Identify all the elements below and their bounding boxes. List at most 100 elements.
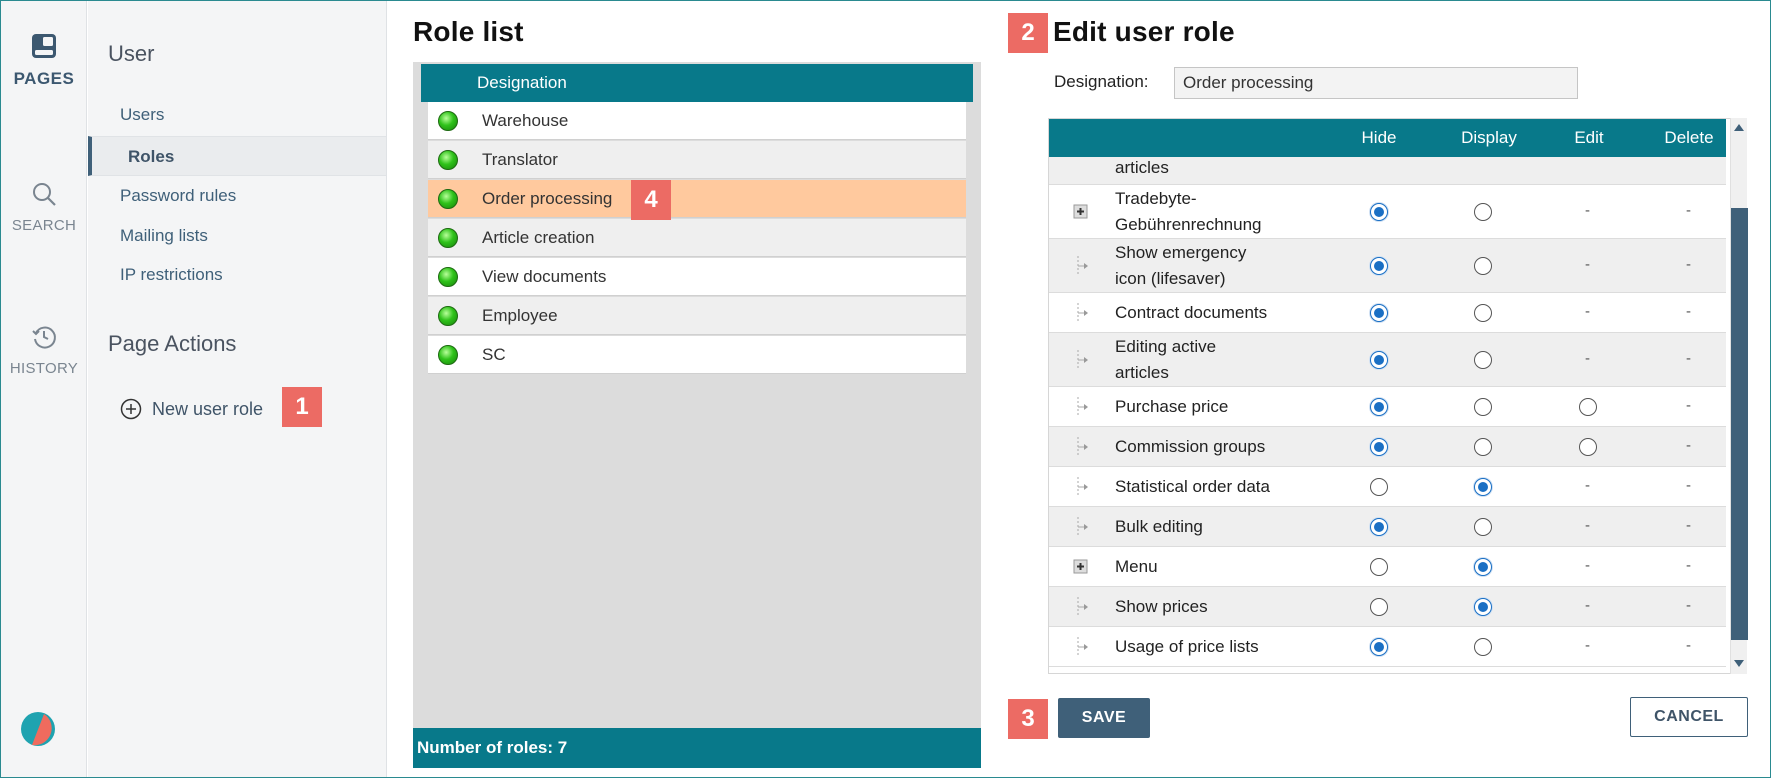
role-name: SC (482, 345, 506, 364)
hide-radio[interactable] (1370, 478, 1388, 496)
role-name: View documents (482, 267, 607, 286)
display-radio[interactable] (1474, 478, 1492, 496)
role-row-sc[interactable]: SC (428, 336, 966, 374)
delete-value: - (1686, 477, 1691, 494)
sidebar: User Users Roles Password rules Mailing … (88, 1, 387, 777)
rail-search[interactable]: SEARCH (1, 181, 87, 234)
edit-role-title: Edit user role (1053, 16, 1235, 47)
designation-input[interactable]: Order processing (1174, 67, 1578, 99)
role-row-article-creation[interactable]: Article creation (428, 219, 966, 257)
callout-badge-4: 4 (631, 180, 671, 220)
hide-radio[interactable] (1370, 304, 1388, 322)
hide-radio[interactable] (1370, 558, 1388, 576)
sidebar-item-password-rules[interactable]: Password rules (88, 176, 386, 216)
delete-value: - (1686, 597, 1691, 614)
role-name: Translator (482, 150, 558, 169)
role-list-header: Designation (421, 64, 973, 102)
rail-search-label: SEARCH (11, 217, 77, 234)
sidebar-item-roles[interactable]: Roles (88, 136, 386, 176)
role-name: Article creation (482, 228, 595, 247)
permission-name-line: articles (1115, 363, 1169, 382)
sidebar-item-users[interactable]: Users (88, 95, 386, 135)
permission-row: Bulk editing - - (1049, 507, 1726, 547)
save-button[interactable]: SAVE (1058, 698, 1150, 738)
edit-radio[interactable] (1579, 438, 1597, 456)
status-dot-icon (438, 150, 458, 170)
sidebar-item-mailing-lists[interactable]: Mailing lists (88, 216, 386, 256)
role-row-order-processing[interactable]: Order processing (428, 180, 966, 218)
tree-leaf-icon (1077, 437, 1088, 457)
rail-pages[interactable]: PAGES (1, 33, 87, 89)
tree-leaf-icon (1077, 256, 1088, 276)
edit-radio[interactable] (1579, 398, 1597, 416)
status-dot-icon (438, 267, 458, 287)
delete-value: - (1686, 256, 1691, 273)
hide-radio[interactable] (1370, 257, 1388, 275)
delete-value: - (1686, 202, 1691, 219)
display-radio[interactable] (1474, 351, 1492, 369)
display-radio[interactable] (1474, 638, 1492, 656)
permission-name-line: Usage of price lists (1115, 637, 1259, 656)
scroll-thumb[interactable] (1731, 208, 1748, 640)
permission-name: Editing active articles (1115, 334, 1216, 386)
role-row-warehouse[interactable]: Warehouse (428, 102, 966, 140)
display-radio[interactable] (1474, 304, 1492, 322)
new-user-role-button[interactable]: New user role (120, 394, 263, 424)
permission-name: Bulk editing (1115, 514, 1203, 540)
permission-row: Show emergency icon (lifesaver) - - (1049, 239, 1726, 293)
callout-badge-1: 1 (282, 387, 322, 427)
hide-radio[interactable] (1370, 438, 1388, 456)
delete-value: - (1686, 437, 1691, 454)
display-radio[interactable] (1474, 203, 1492, 221)
display-radio[interactable] (1474, 518, 1492, 536)
plus-circle-icon (120, 398, 142, 420)
permission-row: Tradebyte- Gebührenrechnung - - (1049, 185, 1726, 239)
role-row-view-documents[interactable]: View documents (428, 258, 966, 296)
hide-radio[interactable] (1370, 203, 1388, 221)
hide-radio[interactable] (1370, 351, 1388, 369)
permission-row: Contract documents - - (1049, 293, 1726, 333)
status-dot-icon (438, 345, 458, 365)
display-radio[interactable] (1474, 438, 1492, 456)
permission-name: Usage of price lists (1115, 634, 1259, 660)
role-row-employee[interactable]: Employee (428, 297, 966, 335)
delete-value: - (1686, 557, 1691, 574)
edit-value: - (1585, 202, 1590, 219)
hide-radio[interactable] (1370, 518, 1388, 536)
display-radio[interactable] (1474, 257, 1492, 275)
hide-radio[interactable] (1370, 638, 1388, 656)
app-logo-icon (21, 712, 55, 746)
display-radio[interactable] (1474, 398, 1492, 416)
search-icon (33, 183, 56, 206)
role-name: Employee (482, 306, 558, 325)
role-row-translator[interactable]: Translator (428, 141, 966, 179)
sidebar-item-ip-restrictions[interactable]: IP restrictions (88, 255, 386, 295)
hide-radio[interactable] (1370, 398, 1388, 416)
display-radio[interactable] (1474, 598, 1492, 616)
permissions-header: Hide Display Edit Delete (1049, 119, 1726, 157)
display-radio[interactable] (1474, 558, 1492, 576)
edit-value: - (1585, 637, 1590, 654)
grid-scrollbar[interactable] (1730, 118, 1748, 674)
permission-row: Editing active articles - - (1049, 333, 1726, 387)
col-edit: Edit (1574, 128, 1604, 147)
sidebar-title: User (108, 41, 155, 66)
hide-radio[interactable] (1370, 598, 1388, 616)
rail-history[interactable]: HISTORY (1, 324, 87, 377)
permission-name-line: Menu (1115, 557, 1158, 576)
permission-name-line: Gebührenrechnung (1115, 215, 1262, 234)
expand-icon[interactable] (1073, 557, 1089, 577)
scroll-up-icon[interactable] (1734, 124, 1744, 131)
delete-value: - (1686, 397, 1691, 414)
permission-name-line: Show prices (1115, 597, 1208, 616)
scroll-down-icon[interactable] (1734, 660, 1744, 667)
cancel-button[interactable]: CANCEL (1630, 697, 1748, 737)
permission-row: Show prices - - (1049, 587, 1726, 627)
permission-name-line: Contract documents (1115, 303, 1268, 322)
history-icon (32, 326, 56, 349)
tree-leaf-icon (1077, 350, 1088, 370)
expand-icon[interactable] (1073, 202, 1089, 222)
permission-name: Statistical order data (1115, 474, 1270, 500)
pages-icon (32, 34, 56, 58)
role-name: Warehouse (482, 111, 569, 130)
